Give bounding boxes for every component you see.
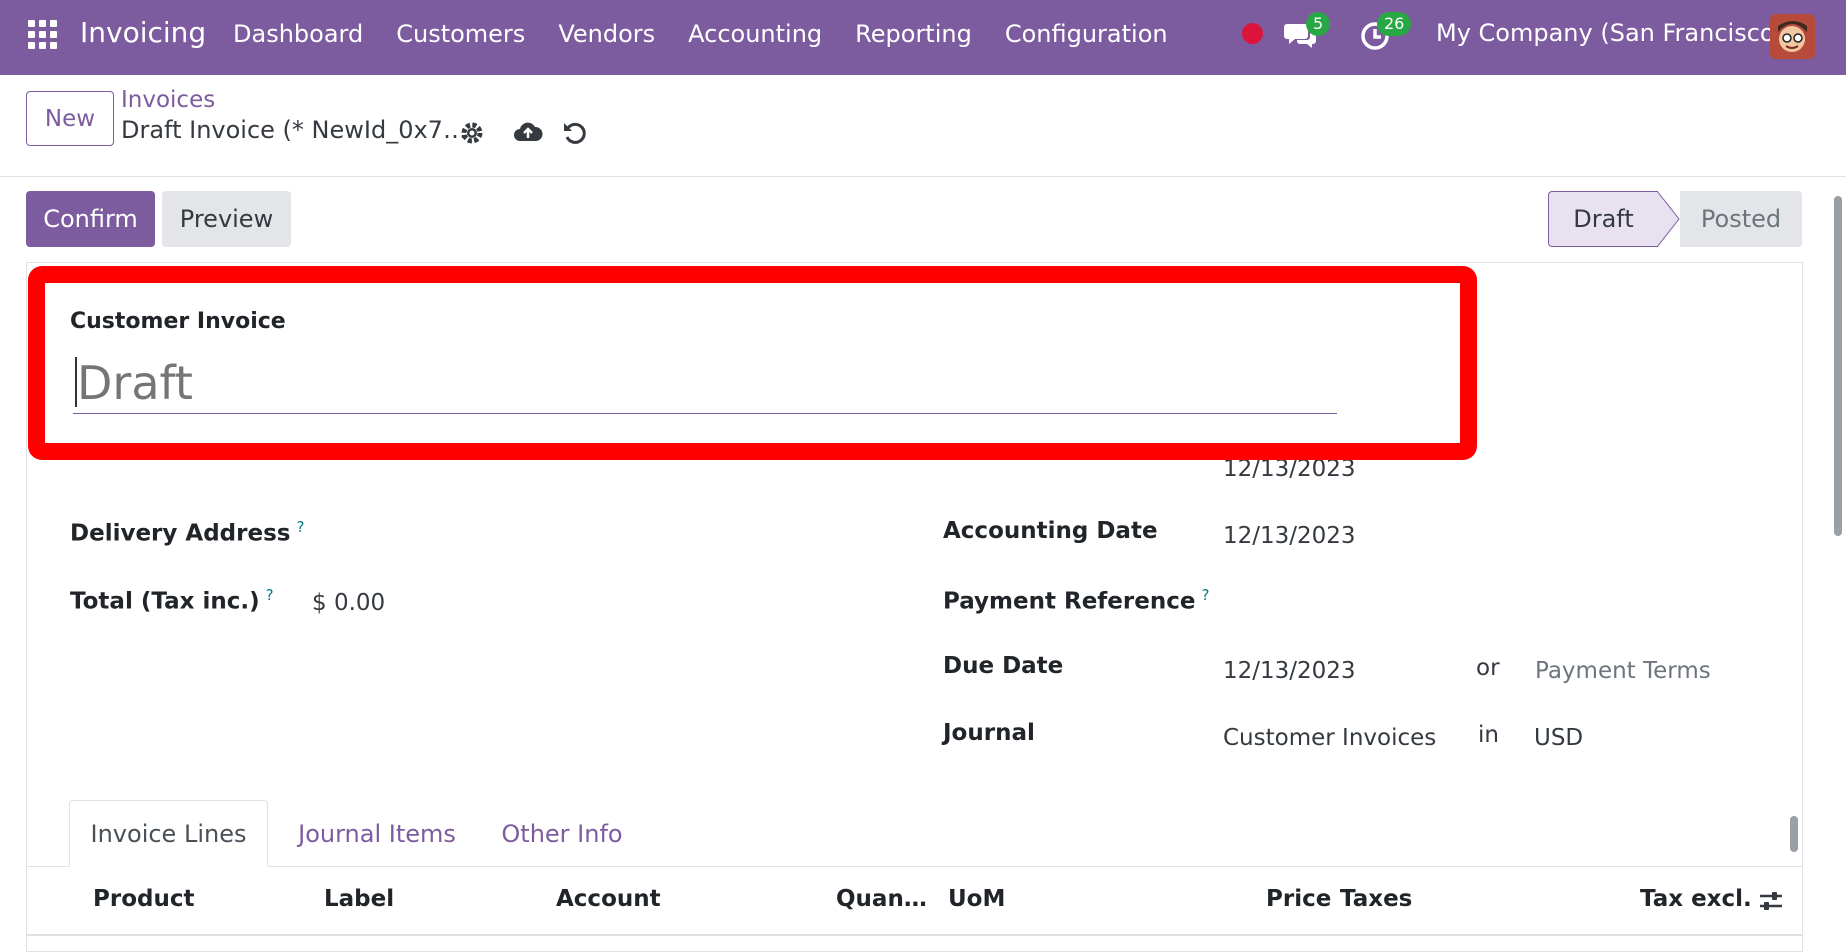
accounting-date-field[interactable]: 12/13/2023 <box>1223 523 1356 549</box>
top-navbar: Invoicing Dashboard Customers Vendors Ac… <box>0 0 1846 75</box>
total-value: $ 0.00 <box>312 590 386 616</box>
column-header-quantity[interactable]: Quan… <box>836 886 927 912</box>
app-title[interactable]: Invoicing <box>80 16 206 49</box>
due-date-label: Due Date <box>943 653 1064 679</box>
company-switcher[interactable]: My Company (San Francisco) <box>1436 19 1784 47</box>
notebook-tabs: Invoice Lines Journal Items Other Info <box>26 800 1803 867</box>
tab-other-info[interactable]: Other Info <box>482 800 642 867</box>
in-text: in <box>1478 722 1499 748</box>
messages-button[interactable]: 5 <box>1284 12 1331 52</box>
menu-item-accounting[interactable]: Accounting <box>688 20 822 48</box>
column-header-label[interactable]: Label <box>324 886 394 912</box>
menu-item-configuration[interactable]: Configuration <box>1005 20 1168 48</box>
recording-indicator-icon[interactable] <box>1242 23 1263 44</box>
menu-item-reporting[interactable]: Reporting <box>855 20 972 48</box>
column-header-taxes[interactable]: Taxes <box>1340 886 1412 912</box>
apps-grid-icon[interactable] <box>28 20 58 50</box>
invoice-name-input[interactable] <box>73 352 1337 414</box>
text-caret <box>75 357 77 407</box>
journal-field[interactable]: Customer Invoices <box>1223 725 1436 751</box>
gear-icon[interactable] <box>458 119 486 147</box>
column-header-uom[interactable]: UoM <box>948 886 1005 912</box>
delivery-address-label: Delivery Address? <box>70 518 305 547</box>
due-date-field[interactable]: 12/13/2023 <box>1223 658 1356 684</box>
tab-invoice-lines[interactable]: Invoice Lines <box>69 800 268 867</box>
messages-count-badge: 5 <box>1306 12 1331 36</box>
menu-item-customers[interactable]: Customers <box>396 20 525 48</box>
menu-item-vendors[interactable]: Vendors <box>558 20 655 48</box>
column-header-product[interactable]: Product <box>93 886 194 912</box>
user-avatar[interactable] <box>1770 14 1815 59</box>
journal-label: Journal <box>943 720 1035 746</box>
accounting-date-label: Accounting Date <box>943 518 1158 544</box>
inner-scrollbar[interactable] <box>1787 804 1801 866</box>
tab-journal-items[interactable]: Journal Items <box>288 800 466 867</box>
help-icon[interactable]: ? <box>266 586 274 604</box>
column-header-price[interactable]: Price <box>1266 886 1331 912</box>
breadcrumb-invoices-link[interactable]: Invoices <box>121 87 215 113</box>
total-label: Total (Tax inc.)? <box>70 586 274 615</box>
menu-item-dashboard[interactable]: Dashboard <box>233 20 363 48</box>
stage-draft[interactable]: Draft <box>1548 191 1658 247</box>
payment-terms-field[interactable]: Payment Terms <box>1535 658 1711 684</box>
help-icon[interactable]: ? <box>1201 586 1209 604</box>
payment-reference-label: Payment Reference? <box>943 586 1210 615</box>
column-header-account[interactable]: Account <box>556 886 661 912</box>
cloud-upload-icon[interactable] <box>513 119 543 147</box>
control-panel: New Invoices Draft Invoice (* NewId_0x7… <box>0 75 1846 177</box>
new-button[interactable]: New <box>26 91 114 146</box>
stage-posted[interactable]: Posted <box>1680 191 1802 247</box>
currency-field[interactable]: USD <box>1534 725 1583 751</box>
breadcrumb-current: Draft Invoice (* NewId_0x7… <box>121 116 467 144</box>
document-type-label: Customer Invoice <box>70 309 286 334</box>
page-scrollbar[interactable] <box>1830 180 1846 938</box>
main-menu: Dashboard Customers Vendors Accounting R… <box>233 20 1201 48</box>
optional-columns-icon[interactable] <box>1758 888 1784 914</box>
preview-button[interactable]: Preview <box>162 191 291 247</box>
confirm-button[interactable]: Confirm <box>26 191 155 247</box>
column-header-tax-excl[interactable]: Tax excl. <box>1640 886 1752 912</box>
activities-count-badge: 26 <box>1377 12 1412 36</box>
discard-changes-icon[interactable] <box>561 119 589 147</box>
table-header-divider <box>26 934 1803 936</box>
help-icon[interactable]: ? <box>296 518 304 536</box>
or-text: or <box>1476 655 1500 681</box>
activities-button[interactable]: 26 <box>1359 12 1412 52</box>
invoice-date-value[interactable]: 12/13/2023 <box>1223 456 1356 482</box>
